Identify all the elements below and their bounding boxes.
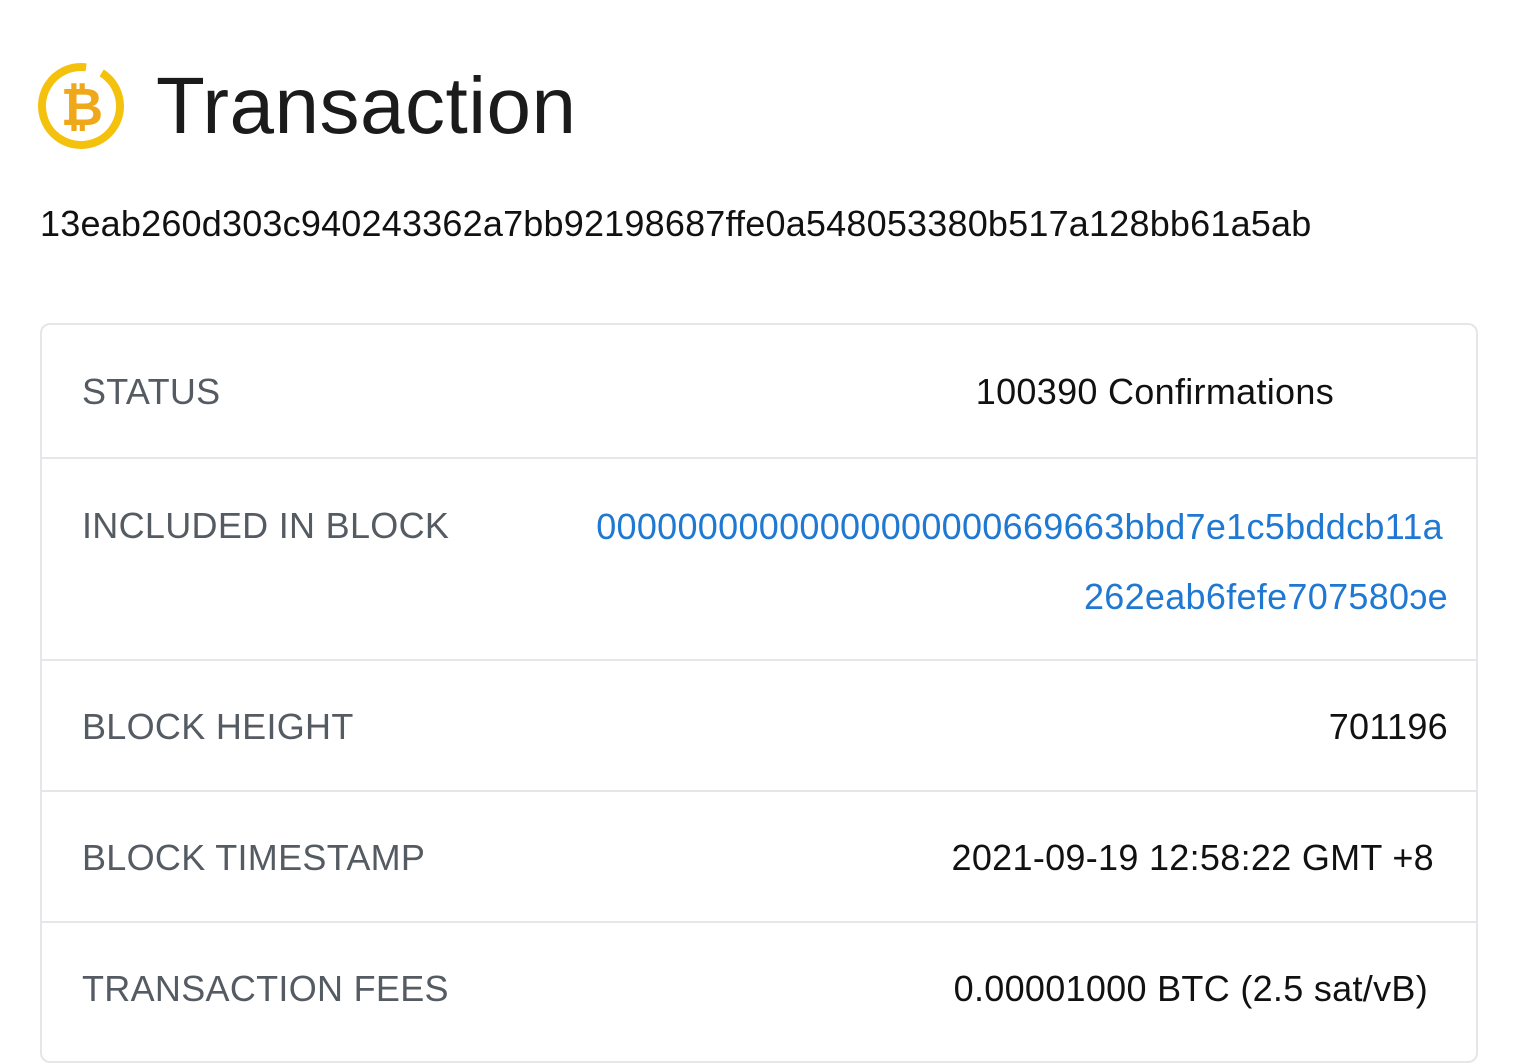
- transaction-fees-row: TRANSACTION FEES 0.00001000 BTC (2.5 sat…: [42, 923, 1476, 1061]
- status-value: 100390 Confirmations: [975, 371, 1334, 412]
- block-height-row: BLOCK HEIGHT 701196: [42, 661, 1476, 792]
- block-timestamp-label: BLOCK TIMESTAMP: [82, 837, 426, 878]
- transaction-hash: 13eab260d303c940243362a7bb92198687ffe0a5…: [40, 203, 1312, 244]
- svg-text:₿: ₿: [61, 78, 103, 138]
- block-hash-line-1: 00000000000000000000669663bbd7e1c5bddcb1…: [596, 506, 1443, 547]
- status-label: STATUS: [82, 371, 221, 412]
- included-in-block-label: INCLUDED IN BLOCK: [82, 505, 450, 546]
- block-timestamp-value: 2021-09-19 12:58:22 GMT +8: [951, 837, 1434, 878]
- transaction-fees-value: 0.00001000 BTC (2.5 sat/vB): [953, 968, 1428, 1009]
- included-in-block-row: INCLUDED IN BLOCK 0000000000000000000066…: [42, 459, 1476, 661]
- transaction-details-card: STATUS 100390 Confirmations INCLUDED IN …: [40, 323, 1478, 1063]
- status-row: STATUS 100390 Confirmations: [42, 325, 1476, 459]
- bitcoin-logo-icon: ₿: [38, 63, 124, 149]
- block-hash-link[interactable]: 00000000000000000000669663bbd7e1c5bddcb1…: [596, 492, 1448, 632]
- transaction-fees-label: TRANSACTION FEES: [82, 968, 449, 1009]
- page-title: Transaction: [156, 61, 577, 150]
- block-hash-line-2: 262eab6fefe707580ᴐe: [1083, 576, 1448, 617]
- block-height-label: BLOCK HEIGHT: [82, 706, 354, 747]
- block-timestamp-row: BLOCK TIMESTAMP 2021-09-19 12:58:22 GMT …: [42, 792, 1476, 923]
- block-height-value: 701196: [1328, 706, 1448, 747]
- page-header: ₿ Transaction: [36, 58, 577, 154]
